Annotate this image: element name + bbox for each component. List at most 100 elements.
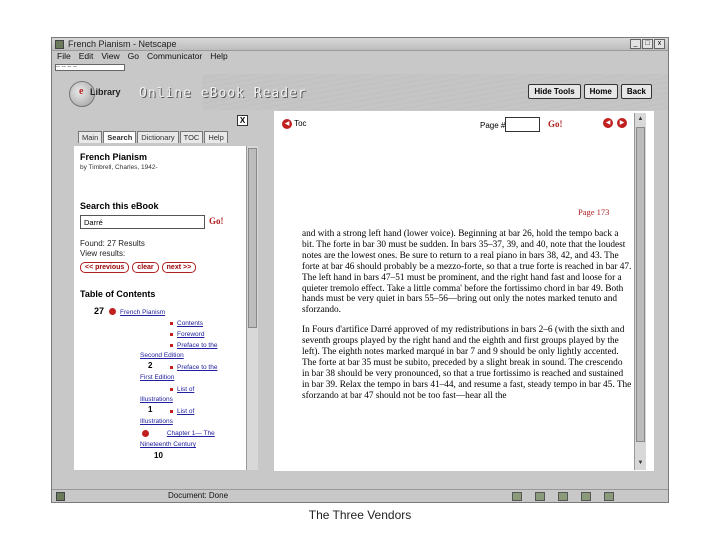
toc-entry-link[interactable]: Illustrations	[140, 396, 173, 403]
bullet-icon	[170, 332, 173, 336]
toc-entry-count: 10	[154, 451, 163, 460]
slide-caption: The Three Vendors	[308, 508, 412, 522]
toc-entry-count: 1	[148, 405, 153, 414]
toc-entry-link[interactable]: List of	[177, 408, 194, 415]
scroll-up-icon[interactable]: ▲	[636, 115, 645, 123]
newsgroups-icon[interactable]	[558, 492, 568, 501]
header-buttons: Hide Tools Home Back	[528, 84, 652, 99]
bullet-icon	[170, 343, 173, 347]
toc-entry: Chapter 1— The	[140, 430, 215, 437]
page-arrows: ◀ ▶	[603, 118, 627, 128]
toc-entry: Preface to the	[170, 342, 217, 349]
toc-entry-continued: Illustrations	[140, 418, 173, 425]
minimize-button[interactable]: _	[630, 39, 641, 49]
page-number: Page 173	[578, 207, 610, 217]
status-text: Document: Done	[168, 491, 229, 500]
component-bar	[512, 492, 614, 501]
reader-title: Online eBook Reader	[139, 86, 307, 101]
back-button[interactable]: Back	[620, 84, 652, 99]
sidebar-close-button[interactable]: X	[237, 115, 248, 126]
previous-page-icon[interactable]: ◀	[603, 118, 613, 128]
sidebar-tab-strip: X Main Search Dictionary TOC Help	[74, 113, 258, 146]
expand-icon[interactable]	[108, 308, 116, 316]
toc-entry-link[interactable]: Preface to the	[177, 364, 217, 371]
book-text: and with a strong left hand (lower voice…	[302, 229, 632, 411]
sidebar-scrollbar[interactable]	[246, 146, 258, 470]
toc-entry-link[interactable]: First Edition	[140, 374, 174, 381]
tab-help[interactable]: Help	[204, 131, 228, 143]
text-paragraph: and with a strong left hand (lower voice…	[302, 229, 632, 316]
page-go-button[interactable]: Go!	[548, 119, 563, 129]
toc-nav-button[interactable]: ◀ Toc	[282, 119, 307, 129]
toc-root-count: 27	[94, 306, 105, 316]
logo-text: Library	[90, 87, 121, 97]
close-button[interactable]: x	[654, 39, 665, 49]
toc-entry-count: 2	[148, 361, 153, 370]
navigator-icon[interactable]	[512, 492, 522, 501]
results-navigation: << previous clear next >>	[80, 262, 197, 273]
reader-header: e Library Online eBook Reader Hide Tools…	[52, 74, 668, 110]
sidebar-panel: French Pianism by Timbrell, Charles, 194…	[74, 146, 246, 470]
window-title: French Pianism - Netscape	[68, 39, 177, 49]
book-title: French Pianism	[80, 152, 148, 162]
toc-entry: Contents	[170, 320, 203, 327]
results-count: Found: 27 Results	[80, 239, 145, 248]
netscape-icon	[55, 40, 64, 49]
next-page-icon[interactable]: ▶	[617, 118, 627, 128]
clear-results-button[interactable]: clear	[132, 262, 159, 273]
reader-scroll-thumb[interactable]	[636, 127, 645, 442]
search-heading: Search this eBook	[80, 201, 159, 211]
menu-view[interactable]: View	[101, 51, 119, 62]
title-bar: French Pianism - Netscape _ □ x	[52, 38, 668, 51]
text-paragraph: In Fours d'artifice Darré approved of my…	[302, 325, 632, 401]
composer-icon[interactable]	[604, 492, 614, 501]
tab-main[interactable]: Main	[78, 131, 103, 143]
address-strip[interactable]: -- -- -- --	[55, 64, 125, 71]
toc-entry: List of	[170, 386, 194, 393]
address-book-icon[interactable]	[581, 492, 591, 501]
expand-icon[interactable]	[142, 430, 149, 437]
sidebar-scroll-thumb[interactable]	[248, 148, 257, 328]
toc-entry-link[interactable]: Preface to the	[177, 342, 217, 349]
scroll-down-icon[interactable]: ▼	[636, 459, 645, 467]
view-results-label: View results:	[80, 249, 126, 258]
toc-root-link[interactable]: French Pianism	[120, 309, 165, 316]
menu-help[interactable]: Help	[210, 51, 227, 62]
tab-search[interactable]: Search	[103, 131, 137, 143]
toc-heading: Table of Contents	[80, 289, 156, 299]
bullet-icon	[170, 409, 173, 413]
toc-root: 27 French Pianism	[94, 306, 165, 316]
bullet-icon	[170, 365, 173, 369]
book-author: by Timbrell, Charles, 1942-	[80, 164, 158, 171]
home-button[interactable]: Home	[583, 84, 618, 99]
previous-result-button[interactable]: << previous	[80, 262, 130, 273]
hide-tools-button[interactable]: Hide Tools	[528, 84, 581, 99]
menu-communicator[interactable]: Communicator	[147, 51, 202, 62]
menu-file[interactable]: File	[57, 51, 71, 62]
toc-entry: List of	[170, 408, 194, 415]
page-number-input[interactable]	[505, 117, 540, 132]
menu-go[interactable]: Go	[128, 51, 139, 62]
sidebar-tabs: Main Search Dictionary TOC Help	[78, 131, 228, 143]
toc-entry-continued: Illustrations	[140, 396, 173, 403]
reader-scrollbar[interactable]: ▲ ▼	[634, 113, 646, 470]
maximize-button[interactable]: □	[642, 39, 653, 49]
toc-entry-link[interactable]: Foreword	[177, 331, 204, 338]
tab-dictionary[interactable]: Dictionary	[137, 131, 179, 143]
reader-pane: ◀ Toc Page # Go! ◀ ▶ Page 173 and with a…	[274, 111, 654, 471]
toc-entry-link[interactable]: Nineteenth Century	[140, 441, 196, 448]
toc-entry-continued: Nineteenth Century	[140, 441, 196, 448]
toc-entry-link[interactable]: Second Edition	[140, 352, 184, 359]
security-icon[interactable]	[56, 492, 65, 501]
toc-entry-link[interactable]: Chapter 1— The	[167, 430, 215, 437]
toc-entry-link[interactable]: Contents	[177, 320, 203, 327]
toc-entry-link[interactable]: Illustrations	[140, 418, 173, 425]
tab-toc[interactable]: TOC	[179, 131, 204, 143]
next-result-button[interactable]: next >>	[161, 262, 197, 273]
search-input[interactable]	[80, 215, 205, 229]
search-go-button[interactable]: Go!	[209, 216, 224, 226]
mail-icon[interactable]	[535, 492, 545, 501]
menu-edit[interactable]: Edit	[79, 51, 94, 62]
toc-entry-link[interactable]: List of	[177, 386, 194, 393]
window-controls: _ □ x	[630, 39, 665, 49]
